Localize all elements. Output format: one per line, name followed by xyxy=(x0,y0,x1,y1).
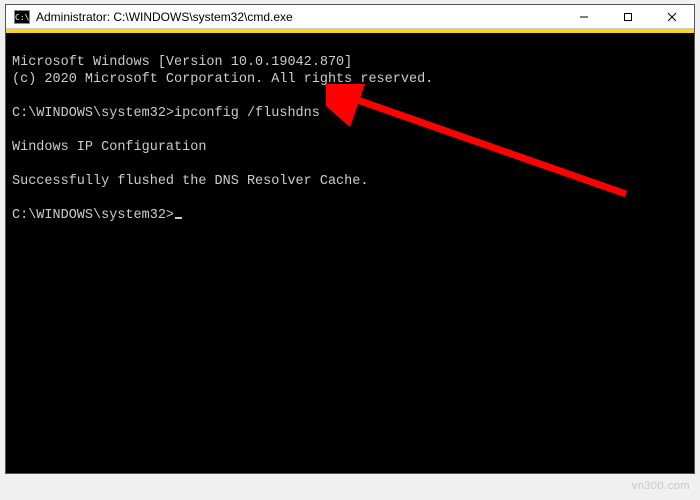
annotation-arrow-icon xyxy=(326,84,646,204)
prompt: C:\WINDOWS\system32> xyxy=(12,106,174,121)
minimize-button[interactable] xyxy=(562,5,606,28)
terminal-content[interactable]: Microsoft Windows [Version 10.0.19042.87… xyxy=(6,33,694,473)
minimize-icon xyxy=(579,12,589,22)
close-icon xyxy=(667,12,677,22)
prompt-line: C:\WINDOWS\system32>ipconfig /flushdns xyxy=(12,106,320,121)
maximize-button[interactable] xyxy=(606,5,650,28)
close-button[interactable] xyxy=(650,5,694,28)
prompt-line: C:\WINDOWS\system32> xyxy=(12,208,182,223)
typed-command: ipconfig /flushdns xyxy=(174,106,320,121)
text-cursor xyxy=(175,217,182,219)
output-line: (c) 2020 Microsoft Corporation. All righ… xyxy=(12,72,433,87)
output-line: Windows IP Configuration xyxy=(12,140,206,155)
output-line: Microsoft Windows [Version 10.0.19042.87… xyxy=(12,55,352,70)
prompt: C:\WINDOWS\system32> xyxy=(12,208,174,223)
output-line: Successfully flushed the DNS Resolver Ca… xyxy=(12,174,368,189)
cmd-icon: C:\ xyxy=(14,10,30,24)
window-title: Administrator: C:\WINDOWS\system32\cmd.e… xyxy=(36,10,562,24)
maximize-icon xyxy=(623,12,633,22)
cmd-window: C:\ Administrator: C:\WINDOWS\system32\c… xyxy=(5,4,695,474)
window-controls xyxy=(562,5,694,28)
titlebar[interactable]: C:\ Administrator: C:\WINDOWS\system32\c… xyxy=(6,5,694,29)
watermark-text: vn300.com xyxy=(632,480,690,492)
